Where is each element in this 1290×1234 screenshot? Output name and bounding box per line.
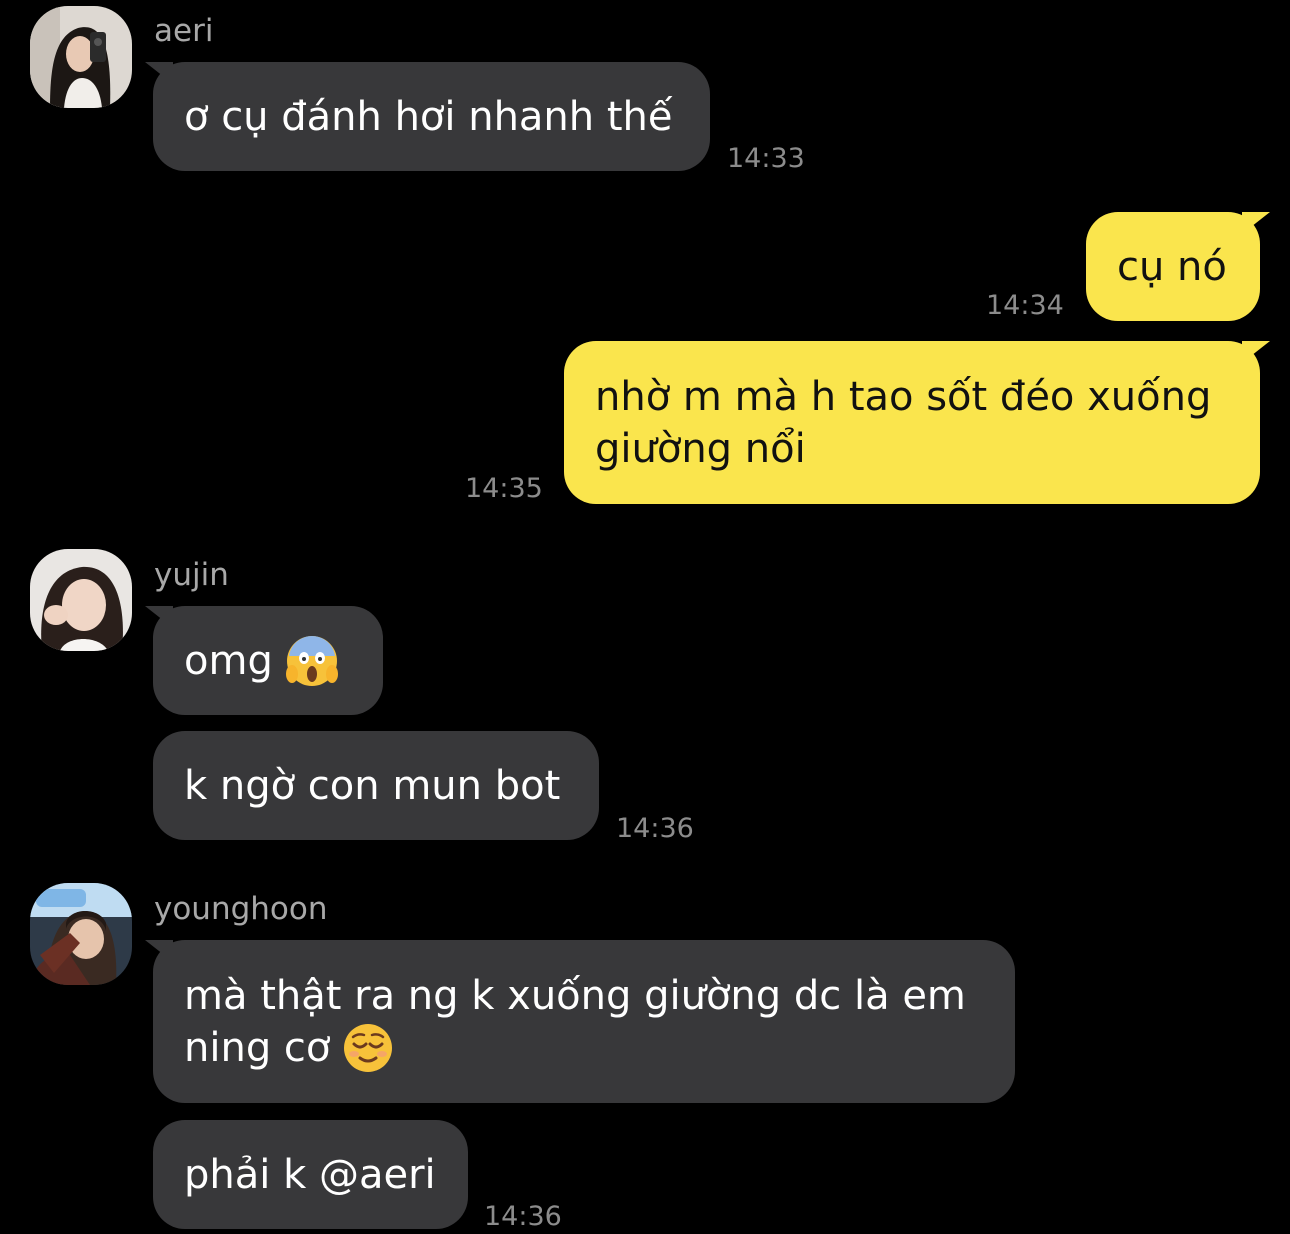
sender-name-yujin: yujin — [154, 557, 229, 593]
message-text-segment: ning cơ — [184, 1024, 331, 1071]
avatar-yujin[interactable] — [30, 549, 132, 651]
message-text: nhờ m mà h tao sốt đéo xuống giường nổi — [595, 371, 1211, 475]
message-text: cụ nó — [1117, 243, 1227, 290]
message-text: phải k @aeri — [184, 1151, 436, 1198]
message-text-line: giường nổi — [595, 425, 806, 472]
message-bubble[interactable]: ơ cụ đánh hơi nhanh thế — [153, 62, 710, 171]
avatar-photo — [30, 6, 132, 108]
message-timestamp: 14:35 — [465, 473, 543, 504]
message-timestamp: 14:33 — [727, 143, 805, 174]
avatar-aeri[interactable] — [30, 6, 132, 108]
message-text: omg — [184, 637, 273, 684]
sender-name-aeri: aeri — [154, 13, 214, 49]
sender-name-younghoon: younghoon — [154, 891, 328, 927]
message-bubble[interactable]: phải k @aeri — [153, 1120, 468, 1229]
message-text: k ngờ con mun bot — [184, 762, 561, 809]
message-bubble-outgoing[interactable]: nhờ m mà h tao sốt đéo xuống giường nổi — [564, 341, 1260, 504]
avatar-younghoon[interactable] — [30, 883, 132, 985]
screaming-face-emoji-icon — [285, 635, 338, 686]
message-bubble[interactable]: k ngờ con mun bot — [153, 731, 599, 840]
message-text-line: mà thật ra ng k xuống giường dc là em — [184, 972, 966, 1019]
message-bubble[interactable]: mà thật ra ng k xuống giường dc là em ni… — [153, 940, 1015, 1103]
message-bubble-outgoing[interactable]: cụ nó — [1086, 212, 1260, 321]
message-bubble[interactable]: omg — [153, 606, 383, 715]
message-timestamp: 14:34 — [986, 290, 1064, 321]
message-text: ơ cụ đánh hơi nhanh thế — [184, 93, 673, 140]
message-timestamp: 14:36 — [616, 813, 694, 844]
relieved-face-emoji-icon — [344, 1023, 393, 1072]
message-text-line: ning cơ — [184, 1022, 966, 1074]
message-text: mà thật ra ng k xuống giường dc là em ni… — [184, 970, 966, 1074]
avatar-photo — [30, 883, 132, 985]
message-timestamp: 14:36 — [484, 1201, 562, 1232]
message-text-line: nhờ m mà h tao sốt đéo xuống — [595, 373, 1212, 420]
avatar-photo — [30, 549, 132, 651]
